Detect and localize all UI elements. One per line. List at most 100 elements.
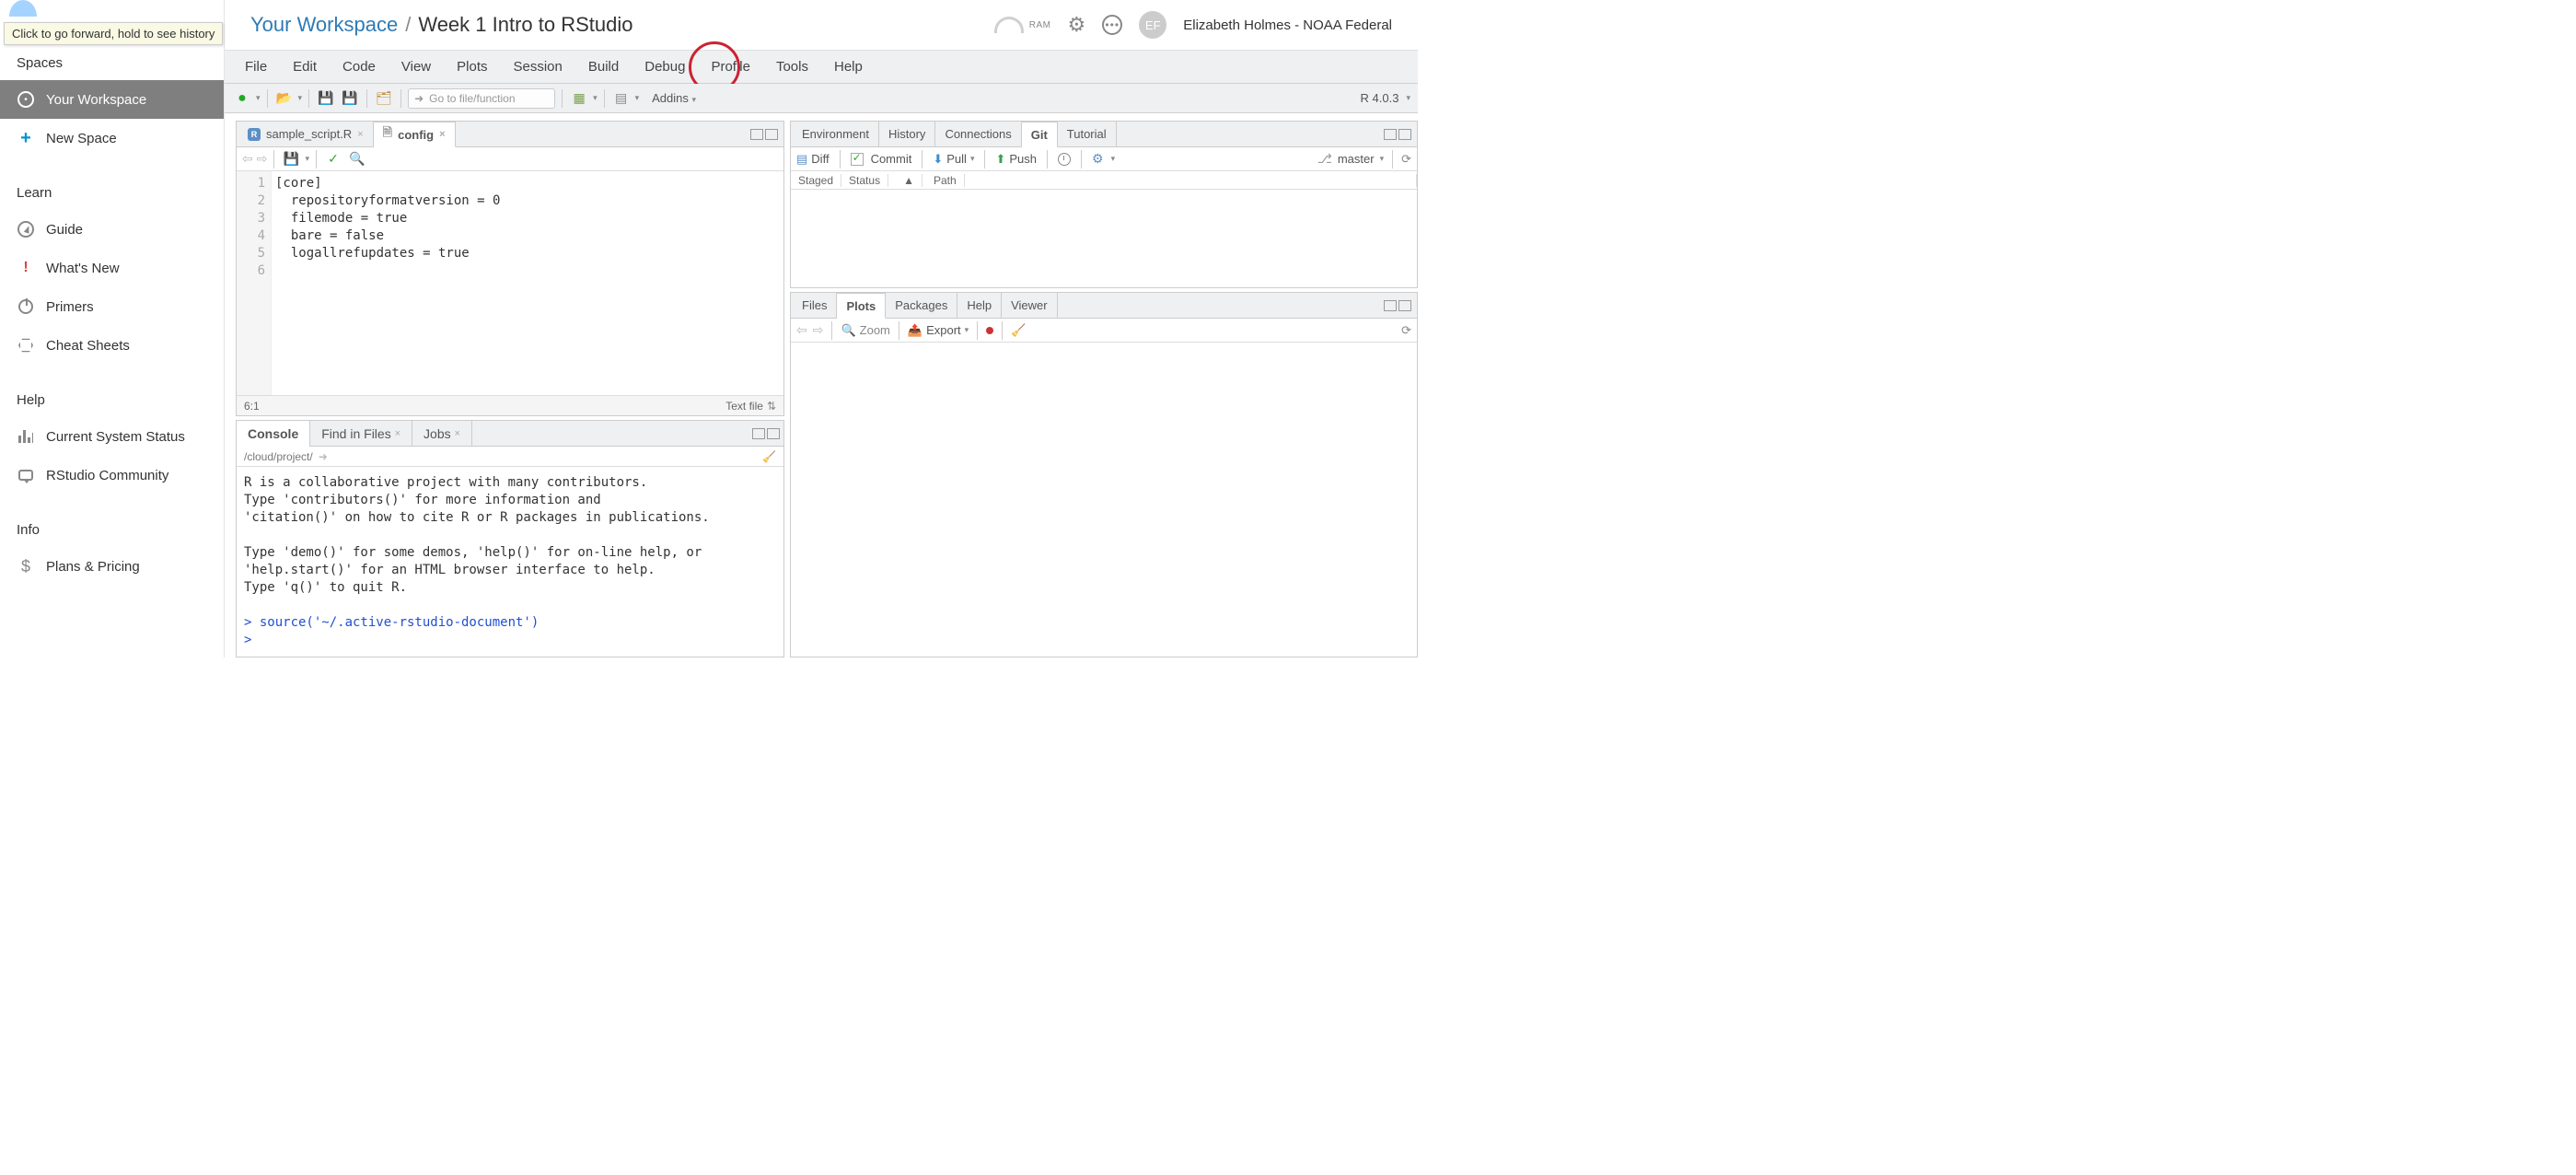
dropdown-caret-icon[interactable]: ▾	[256, 93, 261, 103]
save-icon[interactable]: 💾	[316, 88, 336, 109]
maximize-pane-icon[interactable]	[767, 428, 780, 439]
tab-git[interactable]: Git	[1022, 122, 1058, 147]
tab-config[interactable]: 🗎 config ×	[374, 122, 456, 147]
tab-find-in-files[interactable]: Find in Files ×	[310, 421, 412, 447]
ram-widget[interactable]: RAM	[994, 17, 1051, 33]
menu-profile[interactable]: Profile	[700, 52, 761, 81]
menu-session[interactable]: Session	[503, 52, 574, 81]
minimize-pane-icon[interactable]	[1384, 300, 1397, 311]
sidebar-item-system-status[interactable]: Current System Status	[0, 417, 224, 456]
print-icon[interactable]: 🗂	[374, 88, 394, 109]
tab-history[interactable]: History	[879, 122, 935, 147]
col-staged[interactable]: Staged	[791, 174, 841, 187]
maximize-pane-icon[interactable]	[765, 129, 778, 140]
menu-view[interactable]: View	[390, 52, 442, 81]
push-button[interactable]: ⬆Push	[995, 152, 1037, 167]
menu-file[interactable]: File	[234, 52, 278, 81]
new-file-icon[interactable]: ●	[232, 88, 252, 109]
goto-file-function-input[interactable]: ➜ Go to file/function	[408, 88, 555, 109]
menu-debug[interactable]: Debug	[633, 52, 696, 81]
maximize-pane-icon[interactable]	[1398, 129, 1411, 140]
close-tab-icon[interactable]: ×	[395, 428, 400, 439]
dropdown-caret-icon[interactable]: ▾	[305, 154, 309, 164]
minimize-pane-icon[interactable]	[752, 428, 765, 439]
tab-environment[interactable]: Environment	[793, 122, 879, 147]
next-plot-icon[interactable]: ⇨	[813, 322, 824, 338]
save-icon[interactable]: 💾	[281, 149, 301, 169]
back-arrow-icon[interactable]: ⇦	[242, 151, 253, 167]
addins-menu[interactable]: Addins ▾	[652, 91, 696, 105]
sidebar-item-new-space[interactable]: + New Space	[0, 119, 224, 157]
find-icon[interactable]: 🔍	[347, 149, 367, 169]
maximize-pane-icon[interactable]	[1398, 300, 1411, 311]
clear-console-icon[interactable]: 🧹	[762, 450, 776, 463]
tab-files[interactable]: Files	[793, 293, 837, 319]
tab-tutorial[interactable]: Tutorial	[1058, 122, 1117, 147]
breadcrumb-workspace[interactable]: Your Workspace	[250, 13, 398, 37]
pull-button[interactable]: ⬇Pull ▾	[933, 152, 974, 167]
tab-viewer[interactable]: Viewer	[1002, 293, 1058, 319]
forward-arrow-icon[interactable]: ⇨	[257, 151, 268, 167]
sidebar-item-community[interactable]: RStudio Community	[0, 456, 224, 494]
dropdown-caret-icon[interactable]: ▾	[1406, 93, 1410, 103]
dropdown-caret-icon[interactable]: ▾	[635, 93, 640, 103]
spellcheck-icon[interactable]: ✓	[323, 149, 343, 169]
tab-console[interactable]: Console	[237, 421, 310, 447]
tab-sample-script[interactable]: R sample_script.R ×	[238, 122, 374, 147]
export-button[interactable]: 📤Export ▾	[908, 323, 969, 338]
file-type-selector[interactable]: Text file	[725, 400, 763, 413]
sidebar-item-cheat-sheets[interactable]: Cheat Sheets	[0, 326, 224, 365]
col-status[interactable]: Status	[841, 174, 888, 187]
prev-plot-icon[interactable]: ⇦	[796, 322, 807, 338]
close-tab-icon[interactable]: ×	[439, 129, 445, 140]
minimize-pane-icon[interactable]	[750, 129, 763, 140]
console-output[interactable]: R is a collaborative project with many c…	[237, 467, 783, 657]
sidebar-item-whats-new[interactable]: ! What's New	[0, 249, 224, 287]
tab-packages[interactable]: Packages	[886, 293, 957, 319]
more-menu-icon[interactable]: •••	[1102, 15, 1122, 35]
r-version-label[interactable]: R 4.0.3	[1361, 91, 1399, 105]
remove-plot-icon[interactable]	[986, 323, 993, 337]
user-name[interactable]: Elizabeth Holmes - NOAA Federal	[1183, 17, 1392, 33]
dropdown-caret-icon[interactable]: ▾	[298, 93, 303, 103]
menu-edit[interactable]: Edit	[282, 52, 328, 81]
zoom-button[interactable]: 🔍Zoom	[841, 323, 889, 338]
menu-plots[interactable]: Plots	[446, 52, 498, 81]
save-all-icon[interactable]: 💾	[340, 88, 360, 109]
menu-build[interactable]: Build	[577, 52, 630, 81]
branch-selector[interactable]: master	[1338, 152, 1375, 166]
tab-plots[interactable]: Plots	[837, 293, 886, 319]
panes-icon[interactable]: ▤	[611, 88, 632, 109]
refresh-icon[interactable]: ⟳	[1401, 323, 1411, 338]
minimize-pane-icon[interactable]	[1384, 129, 1397, 140]
sort-up-icon[interactable]: ▲	[896, 174, 922, 187]
tab-help[interactable]: Help	[957, 293, 1002, 319]
goto-dir-icon[interactable]: ➜	[319, 450, 328, 463]
sidebar-item-guide[interactable]: Guide	[0, 210, 224, 249]
sidebar-item-your-workspace[interactable]: • Your Workspace	[0, 80, 224, 119]
diff-button[interactable]: ▤Diff	[796, 152, 830, 167]
history-clock-icon[interactable]	[1058, 153, 1071, 166]
clear-plots-icon[interactable]: 🧹	[1011, 323, 1026, 338]
menu-code[interactable]: Code	[331, 52, 387, 81]
git-more-gear-icon[interactable]: ⚙	[1092, 151, 1104, 167]
close-tab-icon[interactable]: ×	[455, 428, 460, 439]
commit-button[interactable]: Commit	[851, 152, 912, 166]
settings-gear-icon[interactable]: ⚙	[1068, 13, 1086, 37]
menu-tools[interactable]: Tools	[765, 52, 819, 81]
refresh-icon[interactable]: ⟳	[1401, 152, 1411, 167]
col-path[interactable]: Path	[926, 174, 965, 187]
open-file-icon[interactable]: 📂	[274, 88, 295, 109]
menu-help[interactable]: Help	[823, 52, 874, 81]
avatar[interactable]: EF	[1139, 11, 1166, 39]
close-tab-icon[interactable]: ×	[357, 129, 363, 140]
tab-connections[interactable]: Connections	[935, 122, 1021, 147]
source-editor[interactable]: [core] repositoryformatversion = 0 filem…	[275, 171, 783, 395]
tab-jobs[interactable]: Jobs ×	[412, 421, 472, 447]
dropdown-caret-icon[interactable]: ▾	[593, 93, 598, 103]
sidebar-item-plans[interactable]: $ Plans & Pricing	[0, 547, 224, 586]
grid-icon[interactable]: ▦	[569, 88, 589, 109]
dropdown-caret-icon[interactable]: ▾	[1111, 154, 1116, 164]
sort-icon[interactable]: ⇅	[767, 400, 776, 413]
sidebar-item-primers[interactable]: Primers	[0, 287, 224, 326]
